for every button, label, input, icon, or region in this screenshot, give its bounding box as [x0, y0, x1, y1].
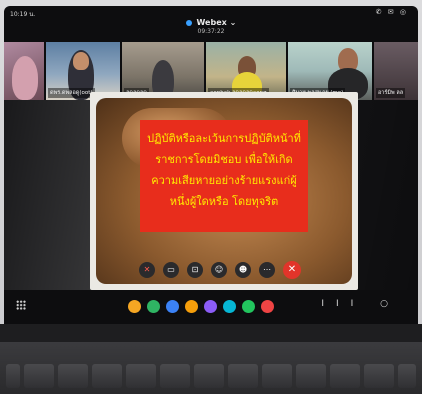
key[interactable]	[24, 364, 54, 388]
dock-app-icon[interactable]	[242, 300, 255, 313]
dock-app-icon[interactable]	[185, 300, 198, 313]
slide-text: ปฏิบัติหรือละเว้นการปฏิบัติหน้าที่ราชการ…	[147, 132, 301, 208]
key[interactable]	[160, 364, 190, 388]
chevron-down-icon: ⌄	[229, 18, 237, 27]
dock-app-icon[interactable]	[204, 300, 217, 313]
key[interactable]	[296, 364, 326, 388]
slide-text-box: ปฏิบัติหรือละเว้นการปฏิบัติหน้าที่ราชการ…	[140, 120, 308, 232]
share-icon[interactable]: ⊡	[187, 262, 203, 278]
dock-app-icon[interactable]	[223, 300, 236, 313]
call-controls: ✕ ▭ ⊡ ☺ ☻ ⋯ ✕	[139, 260, 311, 280]
participant-name: ดพร.ดพลอดู(oot)	[48, 88, 95, 98]
key[interactable]	[194, 364, 224, 388]
slide: ปฏิบัติหรือละเว้นการปฏิบัติหน้าที่ราชการ…	[96, 98, 352, 284]
mic-muted-icon[interactable]: ✕	[139, 262, 155, 278]
key[interactable]	[330, 364, 360, 388]
end-call-icon[interactable]: ✕	[283, 261, 301, 279]
key[interactable]	[228, 364, 258, 388]
dock-app-icon[interactable]	[128, 300, 141, 313]
key[interactable]	[364, 364, 394, 388]
app-dock	[128, 296, 280, 314]
tablet-screen: 10:19 น. ✆ ✉ ◎ Webex ⌄ 09:37:22 ดพร.ดพลอ…	[4, 6, 418, 324]
photo: 10:19 น. ✆ ✉ ◎ Webex ⌄ 09:37:22 ดพร.ดพลอ…	[0, 0, 422, 394]
webex-logo-icon	[185, 19, 192, 26]
key[interactable]	[92, 364, 122, 388]
video-icon[interactable]: ▭	[163, 262, 179, 278]
app-title-text: Webex	[196, 18, 227, 27]
status-icons: ✆ ✉ ◎	[375, 8, 408, 16]
tablet-navbar: III ○	[4, 290, 418, 324]
keyboard-cover	[0, 342, 422, 394]
shared-content: ปฏิบัติหรือละเว้นการปฏิบัติหน้าที่ราชการ…	[90, 92, 358, 290]
key[interactable]	[398, 364, 416, 388]
dock-app-icon[interactable]	[261, 300, 274, 313]
participant-tile[interactable]: อาร์มิพ ลล	[374, 42, 418, 100]
reactions-icon[interactable]: ☻	[235, 262, 251, 278]
key[interactable]	[58, 364, 88, 388]
key[interactable]	[262, 364, 292, 388]
more-icon[interactable]: ⋯	[259, 262, 275, 278]
dock-app-icon[interactable]	[166, 300, 179, 313]
key[interactable]	[6, 364, 20, 388]
participant-tile[interactable]	[4, 42, 44, 100]
meeting-header: Webex ⌄ 09:37:22	[4, 18, 418, 35]
meeting-timer: 09:37:22	[197, 28, 225, 35]
participants-icon[interactable]: ☺	[211, 262, 227, 278]
app-title[interactable]: Webex ⌄	[4, 18, 418, 27]
system-nav-buttons[interactable]: III ○	[321, 299, 400, 309]
tablet-bezel	[0, 324, 422, 342]
participant-name: อาร์มิพ ลล	[376, 88, 406, 98]
keyboard-keys	[6, 364, 418, 390]
key[interactable]	[126, 364, 156, 388]
dock-app-icon[interactable]	[147, 300, 160, 313]
app-drawer-icon[interactable]	[16, 300, 26, 310]
